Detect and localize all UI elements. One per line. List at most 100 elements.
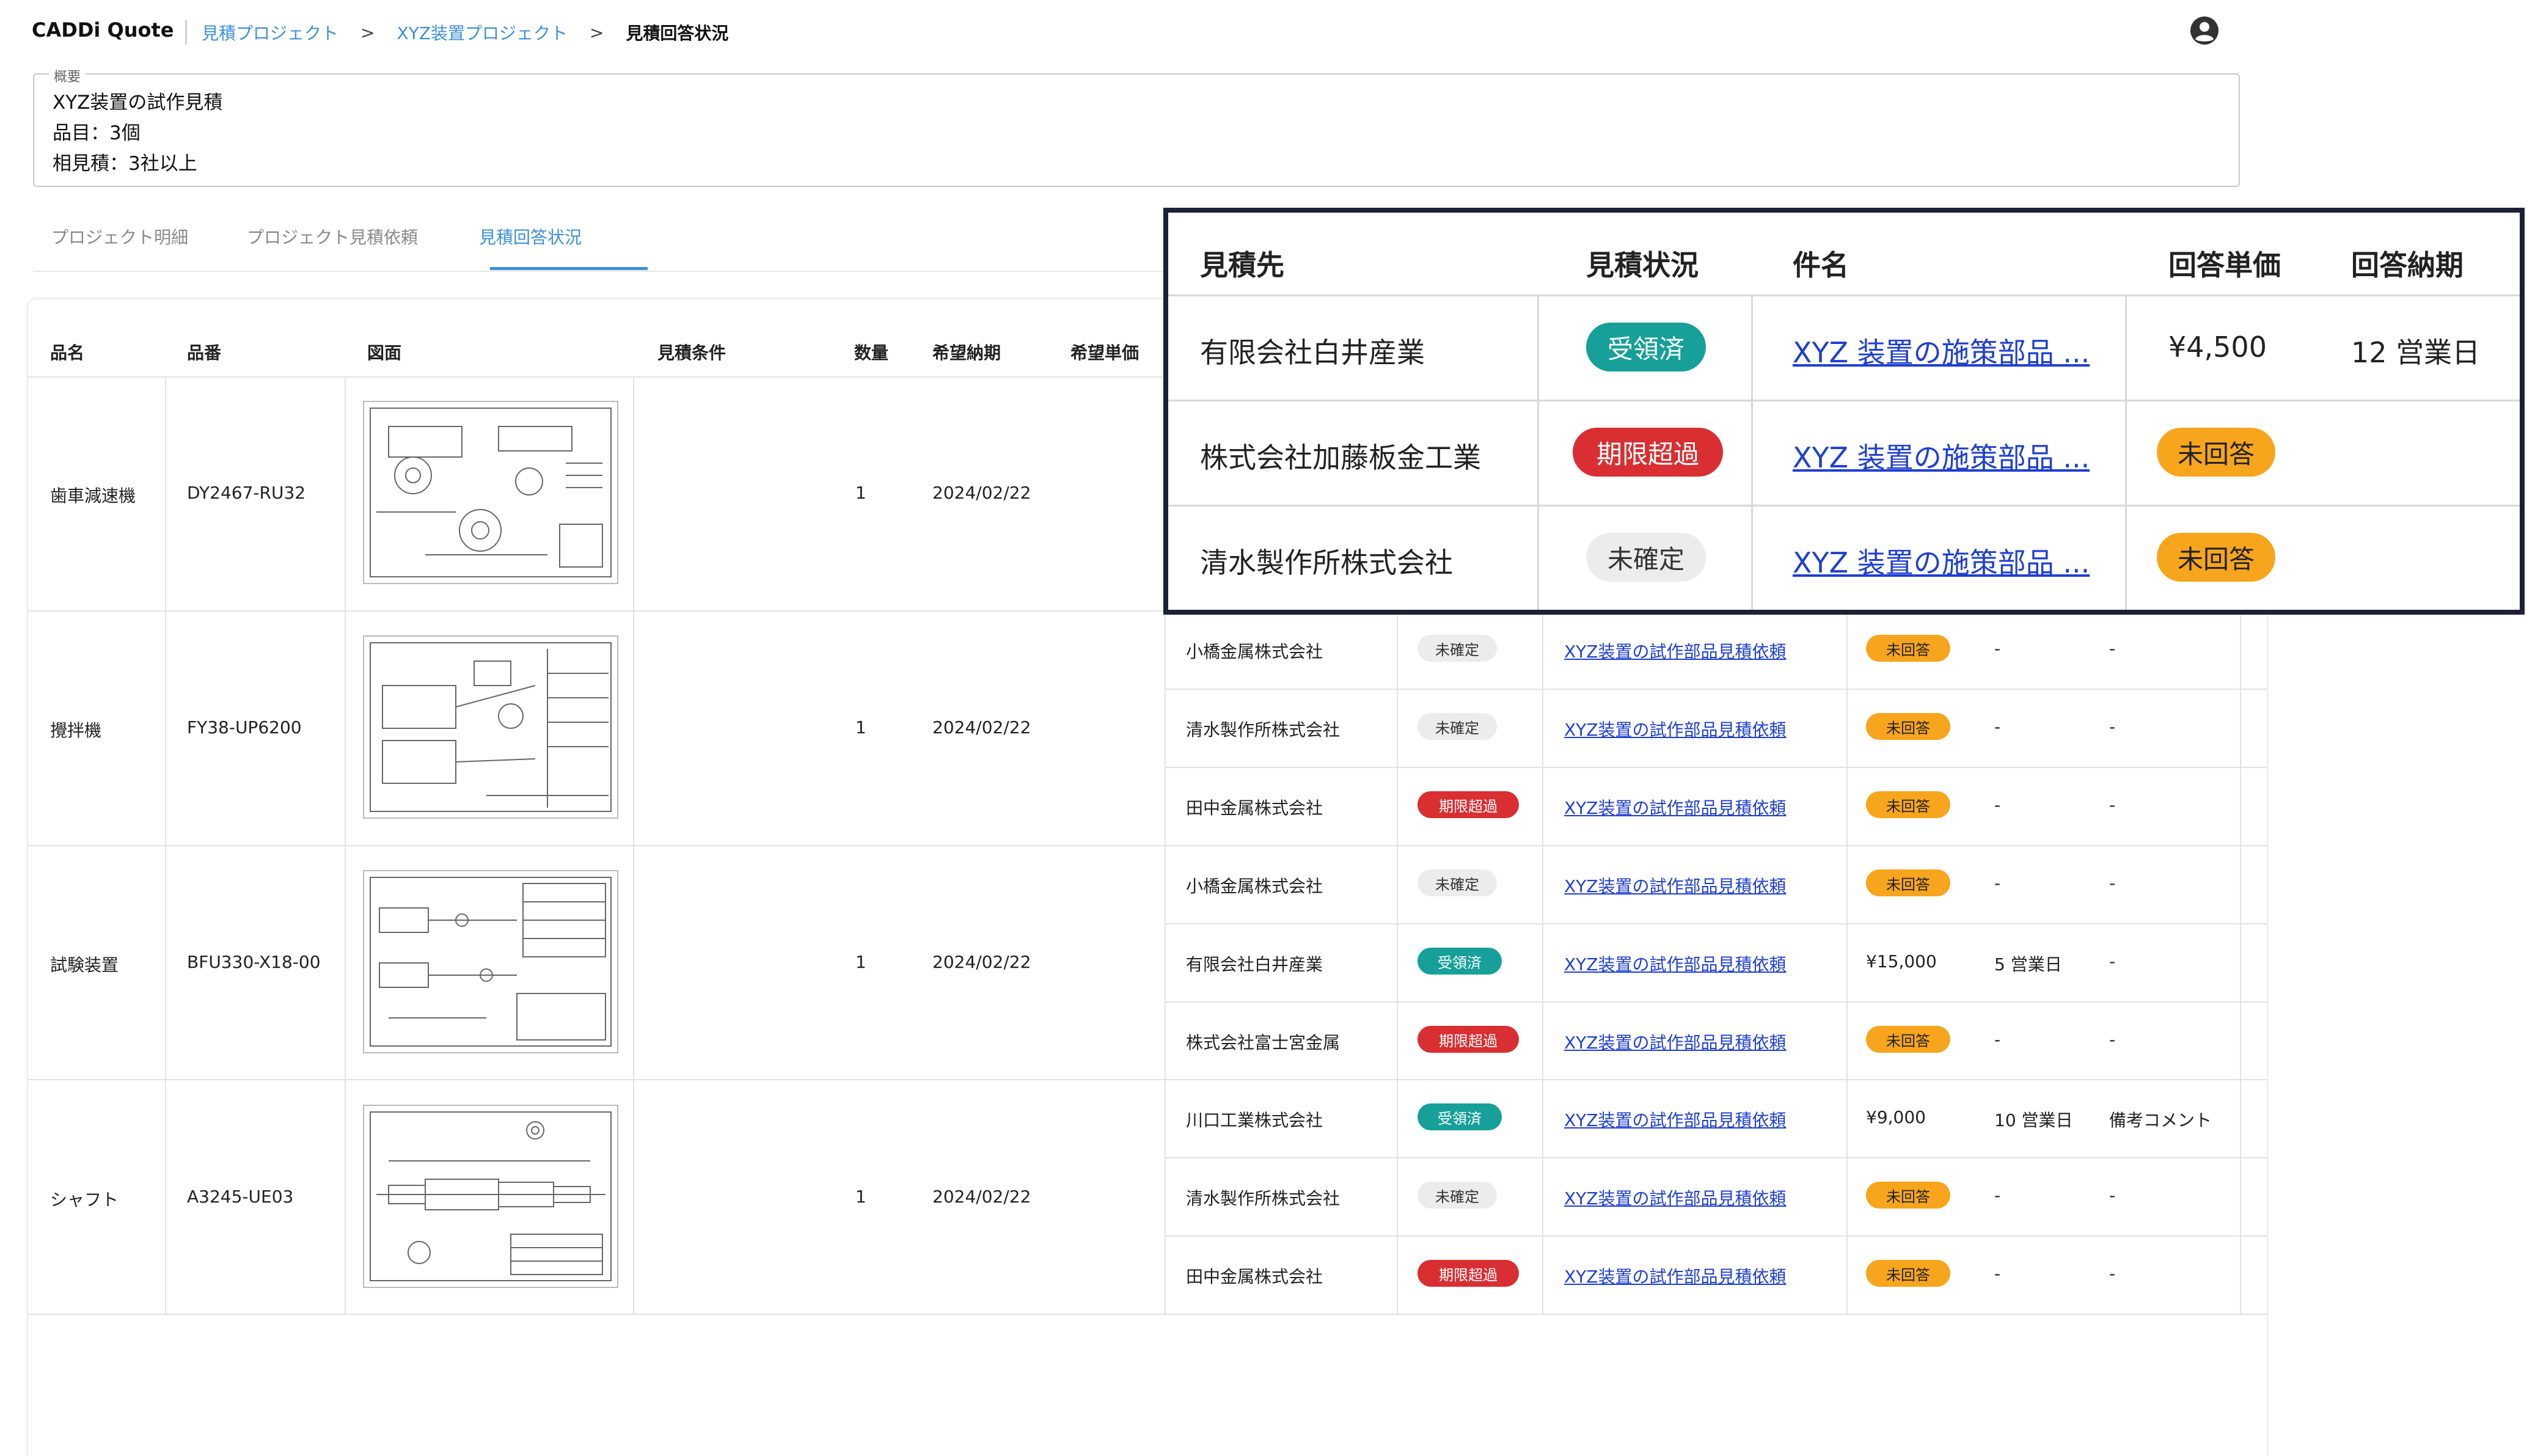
tab-project-request[interactable]: プロジェクト見積依頼 [247, 224, 418, 249]
vendor-name: 清水製作所株式会社 [1186, 720, 1341, 740]
drawing-shaft [370, 1111, 612, 1281]
app-header: CADDi Quote 見積プロジェクト > XYZ装置プロジェクト > 見積回… [0, 0, 2535, 61]
vendor-name: 田中金属株式会社 [1186, 1267, 1323, 1287]
item-name: シャフト [50, 1190, 119, 1210]
overview-line: 相見積：3社以上 [53, 153, 197, 175]
vendor-name: 清水製作所株式会社 [1200, 546, 1453, 579]
chevron-right-icon: > [589, 22, 604, 43]
request-subject-link[interactable]: XYZ 装置の施策部品 ... [1793, 541, 2090, 581]
zoom-header-vendor: 見積先 [1200, 249, 1284, 282]
status-badge: 期限超過 [1417, 1260, 1519, 1287]
lead-time: 10 営業日 [1994, 1110, 2073, 1130]
tab-project-detail[interactable]: プロジェクト明細 [51, 224, 188, 249]
request-subject-link[interactable]: XYZ装置の試作部品見積依頼 [1564, 795, 1786, 819]
zoom-header-lead: 回答納期 [2351, 249, 2464, 282]
app-title[interactable]: CADDi Quote [32, 18, 174, 42]
status-badge: 受領済 [1586, 323, 1706, 371]
vendor-name: 有限会社白井産業 [1200, 336, 1425, 369]
overview-label: 概要 [49, 66, 86, 86]
item-due: 2024/02/22 [932, 1187, 1031, 1207]
request-subject-link[interactable]: XYZ装置の試作部品見積依頼 [1564, 1185, 1786, 1210]
tab-active-indicator [490, 267, 648, 270]
item-qty: 1 [855, 717, 866, 737]
item-qty: 1 [855, 1187, 866, 1207]
breadcrumb-project[interactable]: XYZ装置プロジェクト [397, 20, 567, 45]
item-due: 2024/02/22 [932, 717, 1031, 737]
breadcrumb-projects[interactable]: 見積プロジェクト [202, 20, 338, 45]
vendor-name: 小橋金属株式会社 [1186, 642, 1323, 662]
drawing-thumbnail[interactable] [363, 1105, 618, 1288]
item-name: 歯車減速機 [50, 486, 136, 506]
note: - [2109, 951, 2116, 971]
price-badge: 未回答 [2157, 428, 2275, 477]
price-badge: 未回答 [1866, 1026, 1950, 1053]
response-price: ¥9,000 [1866, 1107, 1926, 1127]
price-badge: 未回答 [1866, 1182, 1950, 1209]
drawing-thumbnail[interactable] [363, 401, 618, 584]
col-header-name: 品名 [50, 343, 85, 363]
lead-time: - [1994, 1185, 2001, 1205]
drawing-thumbnail[interactable] [363, 870, 618, 1053]
overview-line: 品目：3個 [53, 122, 141, 144]
drawing-thumbnail[interactable] [363, 635, 618, 819]
account-circle-icon[interactable] [2190, 16, 2219, 45]
col-header-drawing: 図面 [367, 343, 402, 363]
item-due: 2024/02/22 [932, 952, 1031, 972]
request-subject-link[interactable]: XYZ 装置の施策部品 ... [1793, 331, 2090, 371]
overview-field[interactable]: 概要 XYZ装置の試作見積 品目：3個 相見積：3社以上 [33, 66, 2240, 187]
col-header-number: 品番 [187, 343, 222, 363]
breadcrumb: 見積プロジェクト > XYZ装置プロジェクト > 見積回答状況 [185, 20, 728, 45]
note: - [2109, 873, 2116, 893]
status-badge: 未確定 [1417, 713, 1497, 740]
status-badge: 未確定 [1417, 635, 1497, 662]
request-subject-link[interactable]: XYZ装置の試作部品見積依頼 [1564, 1264, 1786, 1288]
tab-response-status[interactable]: 見積回答状況 [479, 224, 582, 249]
note: - [2109, 1264, 2116, 1284]
item-name: 攪拌機 [50, 720, 102, 741]
lead-time: - [1994, 795, 2001, 815]
vendor-name: 株式会社加藤板金工業 [1200, 441, 1481, 474]
zoom-header-subject: 件名 [1793, 249, 1849, 282]
item-name: 試験装置 [50, 955, 119, 975]
note: - [2109, 795, 2116, 815]
tab-bar: プロジェクト明細 プロジェクト見積依頼 見積回答状況 [33, 211, 1163, 272]
lead-time: - [1994, 717, 2001, 737]
col-header-target-price: 希望単価 [1070, 343, 1139, 363]
request-subject-link[interactable]: XYZ 装置の施策部品 ... [1793, 436, 2090, 476]
item-number: BFU330-X18-00 [187, 952, 321, 972]
request-subject-link[interactable]: XYZ装置の試作部品見積依頼 [1564, 1107, 1786, 1132]
status-badge: 未確定 [1417, 1182, 1497, 1209]
price-badge: 未回答 [2157, 533, 2275, 582]
request-subject-link[interactable]: XYZ装置の試作部品見積依頼 [1564, 717, 1786, 741]
drawing-gear-reducer [370, 408, 612, 577]
item-number: A3245-UE03 [187, 1187, 294, 1207]
request-subject-link[interactable]: XYZ装置の試作部品見積依頼 [1564, 873, 1786, 898]
status-badge: 期限超過 [1417, 1026, 1519, 1053]
request-subject-link[interactable]: XYZ装置の試作部品見積依頼 [1564, 638, 1786, 663]
lead-time: - [1994, 1264, 2001, 1284]
col-header-due: 希望納期 [932, 343, 1001, 363]
item-number: DY2467-RU32 [187, 483, 306, 503]
price-badge: 未回答 [1866, 713, 1950, 740]
price-badge: 未回答 [1866, 869, 1950, 896]
note: 備考コメント [2109, 1110, 2212, 1130]
status-badge: 期限超過 [1417, 791, 1519, 818]
request-subject-link[interactable]: XYZ装置の試作部品見積依頼 [1564, 951, 1786, 976]
request-subject-link[interactable]: XYZ装置の試作部品見積依頼 [1564, 1030, 1786, 1054]
drawing-mixer [370, 642, 612, 812]
col-header-conditions: 見積条件 [657, 343, 726, 363]
response-price: ¥4,500 [2168, 331, 2267, 364]
vendor-name: 田中金属株式会社 [1186, 798, 1323, 818]
status-badge: 受領済 [1417, 1103, 1502, 1130]
price-badge: 未回答 [1866, 635, 1950, 662]
drawing-test-device [370, 877, 612, 1047]
note: - [2109, 1185, 2116, 1205]
item-qty: 1 [855, 483, 866, 503]
vendor-name: 清水製作所株式会社 [1186, 1188, 1341, 1209]
vendor-name: 株式会社富士宮金属 [1186, 1033, 1341, 1053]
zoomed-response-panel: 見積先 見積状況 件名 回答単価 回答納期 有限会社白井産業 受領済 XYZ 装… [1163, 208, 2525, 615]
response-price: ¥15,000 [1866, 951, 1937, 971]
chevron-right-icon: > [360, 22, 375, 43]
status-badge: 未確定 [1586, 533, 1706, 582]
status-badge: 未確定 [1417, 869, 1497, 896]
